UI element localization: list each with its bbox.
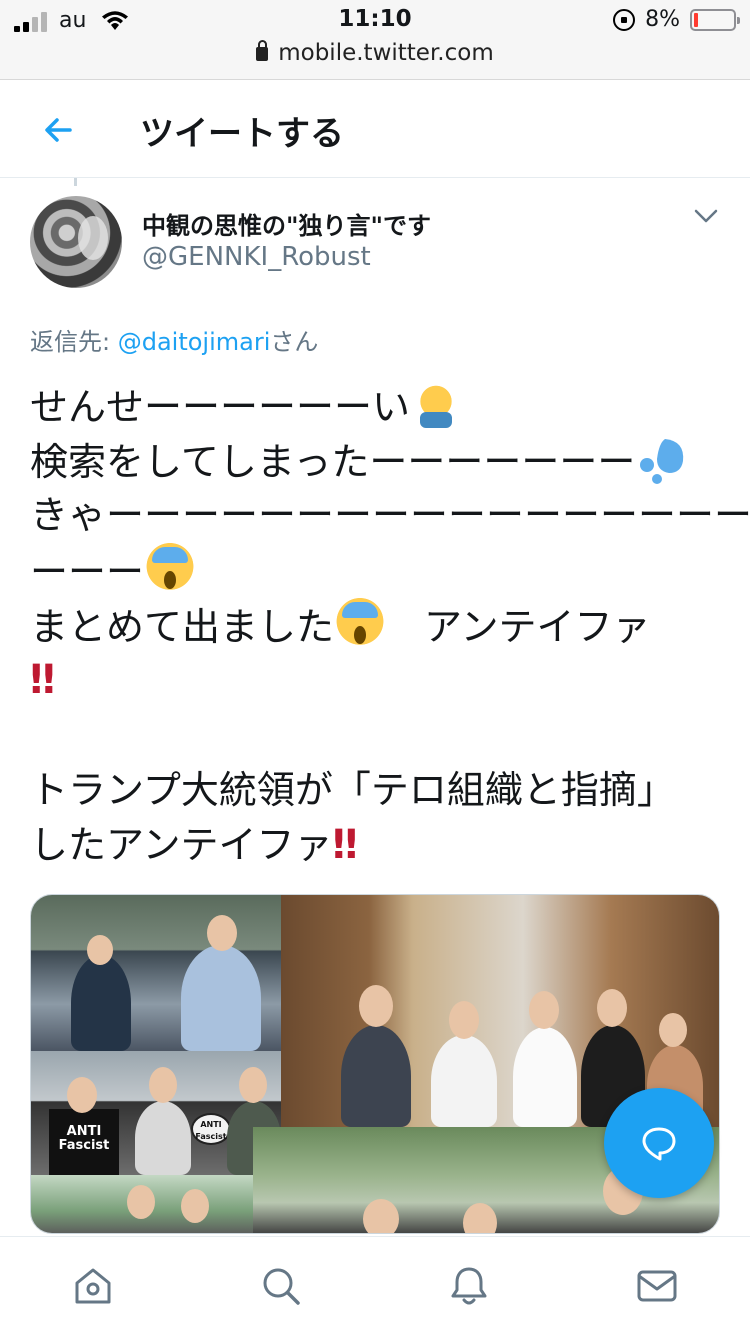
tweet-text: せんせーーーーーーい 検索をしてしまったーーーーーーー きゃーーーーーーーーーー… (30, 378, 750, 873)
double-exclamation-emoji-icon: ‼ (30, 657, 55, 703)
chevron-down-icon[interactable] (694, 208, 718, 224)
status-right: 8% (613, 7, 740, 32)
tweet-line-2: 検索をしてしまったーーーーーーー (30, 433, 730, 488)
avatar[interactable] (30, 196, 122, 288)
tweet-line-6: ‼ (30, 653, 730, 708)
compose-reply-icon (642, 1127, 676, 1161)
search-icon[interactable] (260, 1265, 302, 1307)
lock-icon (256, 40, 269, 61)
bottom-tab-bar (0, 1236, 750, 1334)
tweet-media-collage[interactable]: ANTI Fascist ANTI Fascist (30, 894, 720, 1234)
page-title: ツイートする (140, 114, 344, 154)
orientation-lock-icon (613, 8, 636, 31)
notifications-icon[interactable] (448, 1265, 490, 1307)
messages-icon[interactable] (636, 1265, 678, 1307)
reply-mention-link[interactable]: @daitojimari (118, 328, 271, 356)
photo-anti-fascist-rally: ANTI Fascist ANTI Fascist (31, 1051, 281, 1175)
anti-fascist-sign: ANTI Fascist (191, 1113, 231, 1145)
reply-prefix: 返信先: (30, 328, 118, 356)
sweat-droplets-emoji-icon (640, 439, 684, 484)
tweet-line-5: まとめて出ました アンテイファ (30, 598, 730, 653)
photo-street-march (31, 895, 281, 1051)
battery-icon (690, 8, 740, 31)
status-bar: au 11:10 mobile.twitter.com 8% (0, 0, 750, 80)
battery-percent: 8% (645, 7, 680, 32)
home-icon[interactable] (72, 1265, 114, 1307)
tweet-line-4: ーーー (30, 543, 730, 598)
screaming-face-emoji-icon (144, 543, 197, 595)
author-name[interactable]: 中観の思惟の"独り言"です (142, 206, 431, 241)
tweet-line-1: せんせーーーーーーい (30, 378, 730, 433)
photo-outdoor-crowd (31, 1175, 253, 1233)
reply-to-line: 返信先: @daitojimariさん (30, 322, 318, 357)
bowing-person-emoji-icon (410, 378, 463, 430)
tweet-line-3: きゃーーーーーーーーーーーーーーーーー (30, 493, 750, 537)
author-handle[interactable]: @GENNKI_Robust (142, 242, 371, 272)
anti-fascist-shirt: ANTI Fascist (49, 1109, 119, 1175)
screaming-face-emoji-icon (334, 598, 387, 650)
tweet-line-8: トランプ大統領が「テロ組織と指摘」 (30, 768, 675, 812)
thread-connector (74, 178, 77, 186)
compose-reply-button[interactable] (604, 1088, 714, 1198)
tweet-line-9: したアンテイファ‼ (30, 822, 358, 868)
url-text: mobile.twitter.com (278, 40, 494, 66)
page-header: ツイートする (0, 80, 750, 178)
double-exclamation-emoji-icon: ‼ (332, 822, 357, 868)
address-bar[interactable]: mobile.twitter.com (0, 40, 750, 66)
back-arrow-icon[interactable] (40, 112, 76, 148)
reply-suffix: さん (270, 328, 319, 356)
